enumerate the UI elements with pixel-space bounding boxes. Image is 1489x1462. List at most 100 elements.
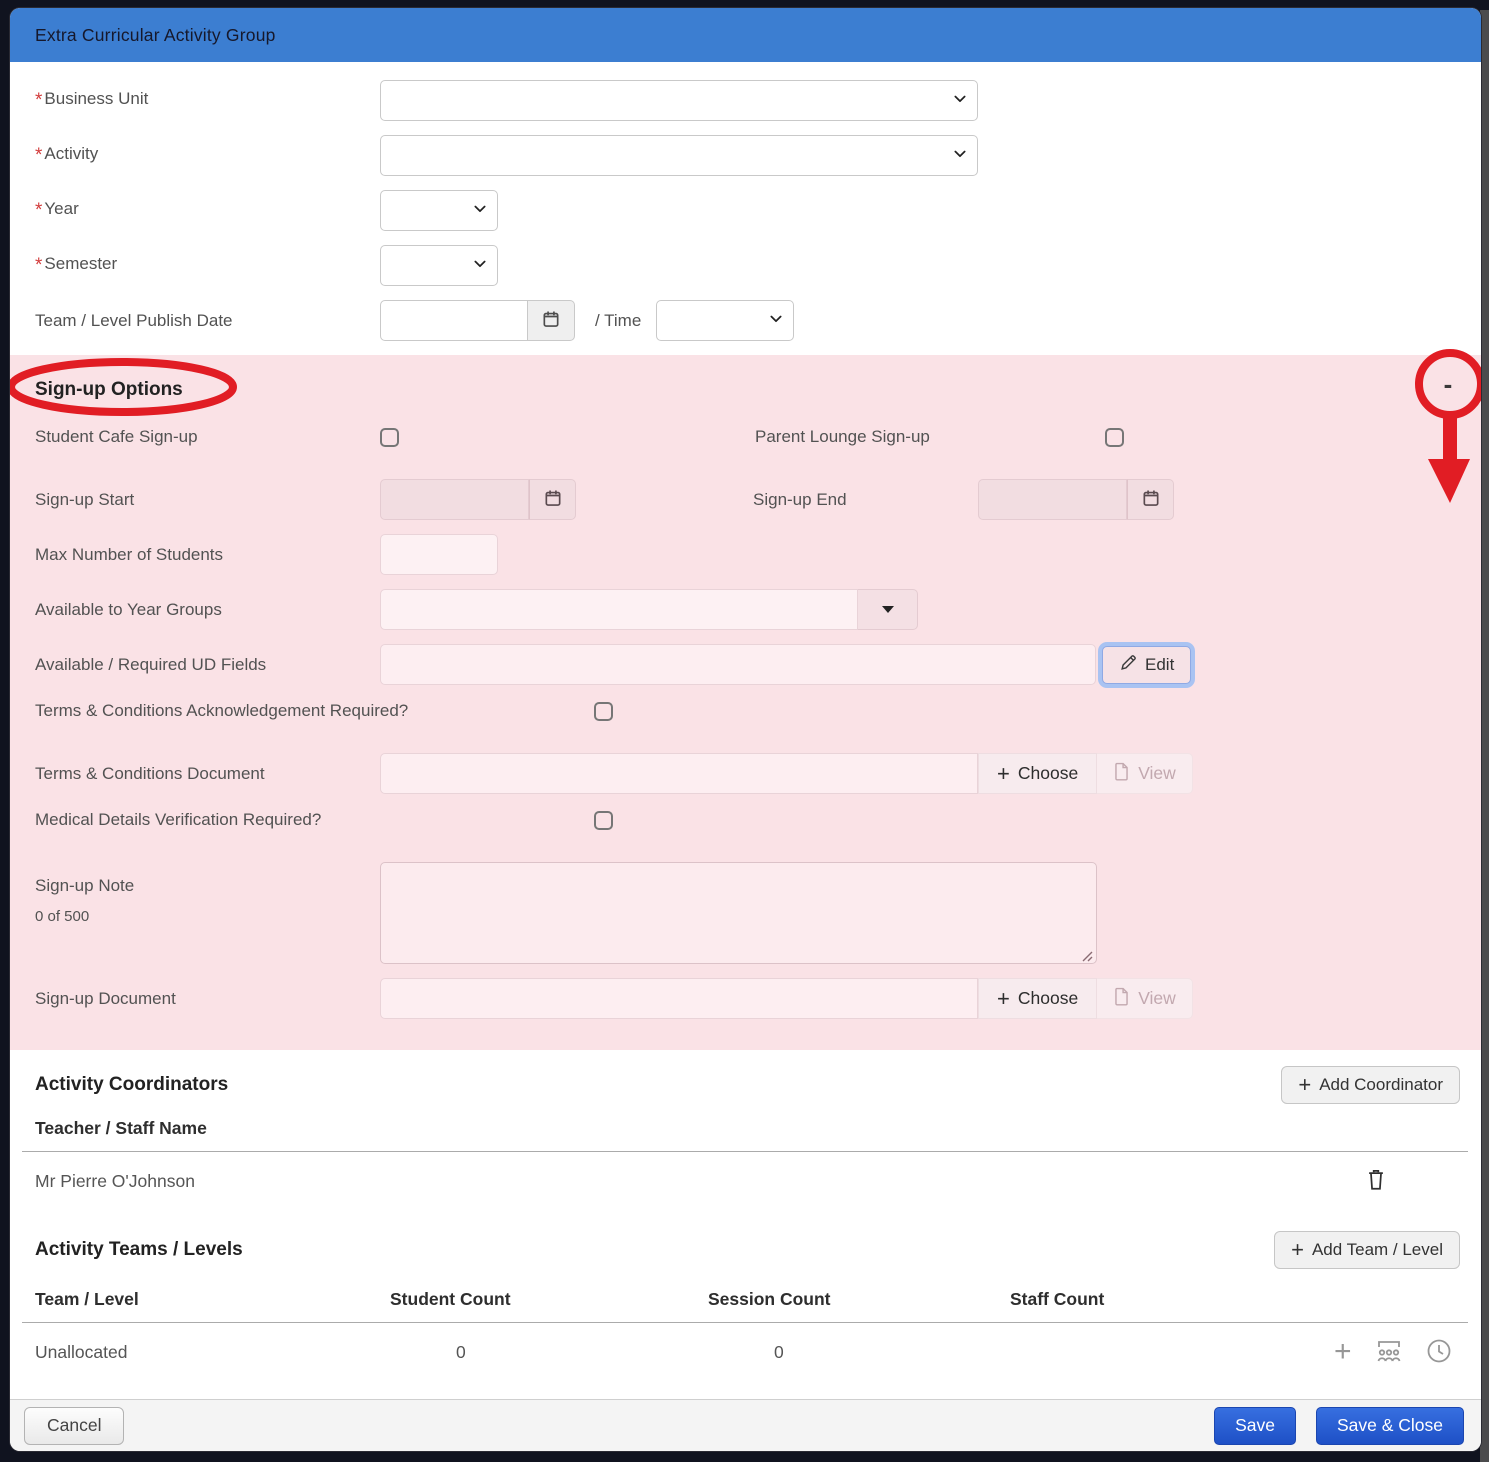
year-groups-input[interactable] — [380, 589, 858, 630]
resize-handle-icon[interactable] — [1082, 949, 1093, 960]
signup-start-input[interactable] — [380, 479, 529, 520]
calendar-icon — [541, 309, 561, 332]
team-level-cell: Unallocated — [35, 1342, 390, 1363]
activity-coordinators-heading: Activity Coordinators — [35, 1074, 228, 1096]
delete-coordinator-button[interactable] — [1365, 1168, 1387, 1195]
signup-start-label: Sign-up Start — [35, 490, 380, 510]
add-coordinator-button[interactable]: + Add Coordinator — [1281, 1066, 1460, 1104]
coordinator-name: Mr Pierre O'Johnson — [35, 1171, 195, 1192]
tc-ack-checkbox[interactable] — [594, 702, 613, 721]
save-and-close-button[interactable]: Save & Close — [1316, 1407, 1464, 1445]
parent-lounge-checkbox[interactable] — [1105, 428, 1124, 447]
chevron-down-icon — [768, 310, 784, 331]
chevron-down-icon — [952, 145, 968, 166]
publish-date-label: Team / Level Publish Date — [35, 311, 380, 331]
team-level-row: Unallocated 0 0 + — [35, 1323, 1460, 1381]
plus-icon: + — [997, 763, 1010, 785]
signup-doc-view-button[interactable]: View — [1097, 978, 1193, 1019]
extra-curricular-activity-group-dialog: Extra Curricular Activity Group *Busines… — [10, 8, 1481, 1451]
year-groups-dropdown-button[interactable] — [858, 589, 918, 630]
pencil-icon — [1119, 653, 1138, 677]
year-select[interactable] — [380, 190, 498, 231]
signup-end-input[interactable] — [978, 479, 1127, 520]
collapse-panel-button[interactable]: - — [1435, 371, 1461, 397]
add-team-level-button[interactable]: + Add Team / Level — [1274, 1231, 1460, 1269]
plus-icon: + — [1291, 1239, 1304, 1261]
activity-teams-heading: Activity Teams / Levels — [35, 1239, 243, 1261]
dialog-title: Extra Curricular Activity Group — [35, 25, 276, 46]
year-label: *Year — [35, 199, 380, 222]
required-marker: * — [35, 200, 42, 221]
signup-start-calendar-button[interactable] — [529, 479, 576, 520]
student-count-column-header: Student Count — [390, 1289, 708, 1310]
ud-fields-input[interactable] — [380, 644, 1096, 685]
cancel-button[interactable]: Cancel — [24, 1407, 124, 1445]
coordinator-row: Mr Pierre O'Johnson — [35, 1152, 1460, 1209]
signup-options-heading: Sign-up Options — [35, 371, 1456, 401]
signup-note-label: Sign-up Note — [35, 876, 380, 896]
student-count-cell: 0 — [390, 1342, 708, 1363]
time-label: / Time — [595, 311, 641, 331]
medical-label: Medical Details Verification Required? — [35, 810, 594, 830]
add-session-button[interactable]: + — [1334, 1337, 1352, 1367]
tc-ack-label: Terms & Conditions Acknowledgement Requi… — [35, 701, 594, 721]
plus-icon: + — [1334, 1337, 1352, 1367]
classroom-icon — [1374, 1338, 1404, 1367]
tc-doc-input[interactable] — [380, 753, 978, 794]
medical-checkbox[interactable] — [594, 811, 613, 830]
save-button[interactable]: Save — [1214, 1407, 1296, 1445]
team-level-column-header: Team / Level — [35, 1289, 390, 1310]
semester-select[interactable] — [380, 245, 498, 286]
chevron-down-icon — [472, 200, 488, 221]
parent-lounge-label: Parent Lounge Sign-up — [755, 427, 1105, 447]
dialog-footer: Cancel Save Save & Close — [10, 1399, 1481, 1451]
signup-doc-choose-button[interactable]: + Choose — [978, 978, 1097, 1019]
max-students-input[interactable] — [380, 534, 498, 575]
student-cafe-checkbox[interactable] — [380, 428, 399, 447]
activity-label: *Activity — [35, 144, 380, 167]
business-unit-label: *Business Unit — [35, 89, 380, 112]
plus-icon: + — [997, 988, 1010, 1010]
tc-doc-label: Terms & Conditions Document — [35, 764, 380, 784]
publish-time-select[interactable] — [656, 300, 794, 341]
signup-note-counter: 0 of 500 — [35, 908, 380, 925]
required-marker: * — [35, 145, 42, 166]
business-unit-select[interactable] — [380, 80, 978, 121]
trash-icon — [1365, 1168, 1387, 1195]
student-cafe-label: Student Cafe Sign-up — [35, 427, 380, 447]
calendar-icon — [1141, 488, 1161, 511]
signup-note-textarea[interactable] — [380, 862, 1097, 964]
calendar-icon — [543, 488, 563, 511]
dialog-header: Extra Curricular Activity Group — [10, 8, 1481, 62]
sessions-schedule-button[interactable] — [1426, 1338, 1452, 1367]
signup-doc-label: Sign-up Document — [35, 989, 380, 1009]
publish-date-calendar-button[interactable] — [528, 300, 575, 341]
publish-date-input[interactable] — [380, 300, 528, 341]
edit-ud-fields-button[interactable]: Edit — [1102, 646, 1191, 684]
activity-select[interactable] — [380, 135, 978, 176]
session-count-cell: 0 — [708, 1342, 1010, 1363]
background-right-strip — [1480, 10, 1489, 1462]
signup-end-calendar-button[interactable] — [1127, 479, 1174, 520]
document-icon — [1113, 762, 1130, 786]
tc-doc-choose-button[interactable]: + Choose — [978, 753, 1097, 794]
manage-students-button[interactable] — [1374, 1338, 1404, 1367]
required-marker: * — [35, 90, 42, 111]
semester-label: *Semester — [35, 254, 380, 277]
session-count-column-header: Session Count — [708, 1289, 1010, 1310]
clock-icon — [1426, 1338, 1452, 1367]
teacher-staff-column-header: Teacher / Staff Name — [35, 1118, 1460, 1151]
signup-doc-input[interactable] — [380, 978, 978, 1019]
max-students-label: Max Number of Students — [35, 545, 380, 565]
chevron-down-icon — [952, 90, 968, 111]
ud-fields-label: Available / Required UD Fields — [35, 655, 380, 675]
signup-end-label: Sign-up End — [753, 490, 978, 510]
required-marker: * — [35, 255, 42, 276]
plus-icon: + — [1298, 1074, 1311, 1096]
document-icon — [1113, 987, 1130, 1011]
staff-count-column-header: Staff Count — [1010, 1289, 1290, 1310]
caret-down-icon — [881, 602, 895, 617]
coordinators-and-teams-section: Activity Coordinators + Add Coordinator … — [10, 1050, 1481, 1399]
tc-doc-view-button[interactable]: View — [1097, 753, 1193, 794]
signup-options-panel: Sign-up Options - Student Cafe Sign-up P… — [10, 355, 1481, 1050]
